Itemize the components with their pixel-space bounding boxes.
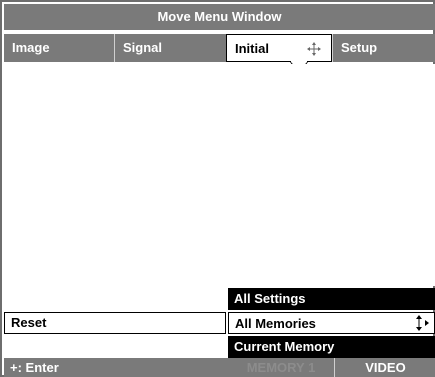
memory-indicator: MEMORY 1	[246, 360, 316, 375]
tab-setup[interactable]: Setup	[332, 34, 435, 62]
option-all-memories-label: All Memories	[235, 316, 316, 331]
tab-image[interactable]: Image	[4, 34, 114, 62]
source-indicator: VIDEO	[334, 358, 435, 377]
reset-item[interactable]: Reset	[4, 312, 226, 334]
option-all-settings[interactable]: All Settings	[228, 288, 435, 310]
option-all-memories[interactable]: All Memories	[228, 312, 435, 334]
tab-initial-label: Initial	[235, 41, 269, 56]
menu-content-area	[4, 64, 435, 286]
updown-arrow-icon	[416, 315, 429, 331]
status-bar: +: Enter MEMORY 1 VIDEO	[4, 358, 435, 377]
tab-initial[interactable]: Initial	[226, 34, 332, 62]
option-current-memory[interactable]: Current Memory	[228, 336, 435, 358]
tab-signal[interactable]: Signal	[114, 34, 226, 62]
tab-bar: Image Signal Initial Setup	[4, 34, 435, 62]
menu-window: Move Menu Window Image Signal Initial Se…	[0, 0, 435, 377]
enter-hint: +: Enter	[10, 360, 59, 375]
window-title: Move Menu Window	[4, 4, 435, 30]
move-icon	[307, 42, 321, 56]
spacer	[4, 336, 226, 356]
